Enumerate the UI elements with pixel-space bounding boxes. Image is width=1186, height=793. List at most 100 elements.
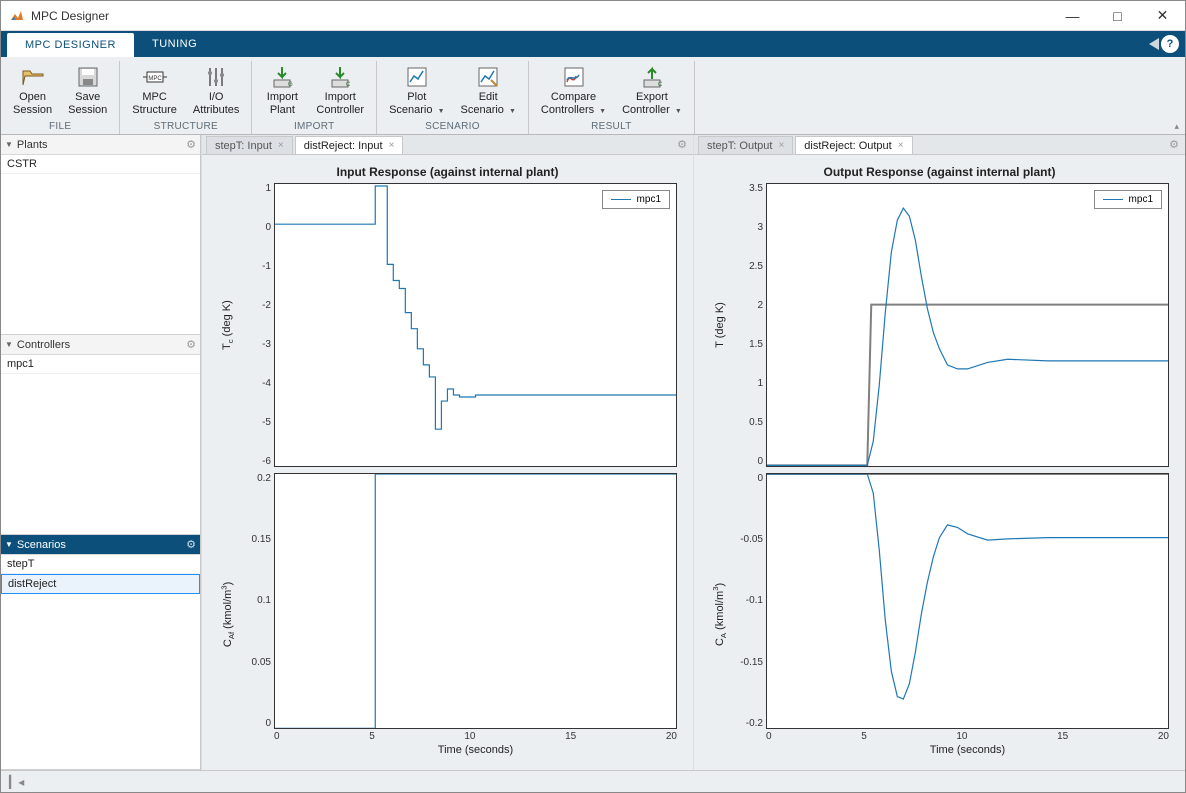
side-panel: ▼ Plants ⚙ CSTR ▼ Controllers ⚙ mpc1 ▼ S… [1,135,201,770]
y-ticks: 10-1-2-3-4-5-6 [238,183,274,466]
y-axis-label: T (deg K) [714,302,726,348]
dropdown-icon: ▼ [675,108,682,115]
group-import: G Import Plant C Import Controller IMPOR… [252,61,377,134]
collapse-icon: ▼ [5,340,13,349]
dropdown-icon: ▼ [599,108,606,115]
close-icon[interactable]: × [389,140,395,151]
import-plant-button[interactable]: G Import Plant [258,63,306,118]
export-controller-button[interactable]: C Export Controller ▼ [616,63,688,118]
axes[interactable] [766,473,1169,729]
y-axis-label: CA (kmol/m3) [712,583,729,646]
doc-tabs-output: stepT: Output× distReject: Output× ⚙ [694,135,1185,155]
collapse-icon: ▼ [5,540,13,549]
chart-title: Output Response (against internal plant) [710,165,1169,179]
svg-text:C: C [658,82,663,88]
list-item[interactable]: distReject [1,574,200,594]
gear-icon[interactable]: ⚙ [1169,138,1179,151]
collapse-toolstrip-icon[interactable]: ▴ [1174,121,1179,132]
subplot: CAf (kmol/m3)0.20.150.10.05005101520Time… [218,473,677,756]
subplot: CA (kmol/m3)0-0.05-0.1-0.15-0.205101520T… [710,473,1169,756]
gear-icon[interactable]: ⚙ [186,138,196,151]
panel-header-scenarios[interactable]: ▼ Scenarios ⚙ [1,535,200,555]
gear-icon[interactable]: ⚙ [186,538,196,551]
edit-plot-icon [476,65,500,89]
panel-header-plants[interactable]: ▼ Plants ⚙ [1,135,200,155]
toolstrip: Open Session Save Session FILE MPC MPC S… [1,57,1185,135]
doc-tabs-input: stepT: Input× distReject: Input× ⚙ [202,135,693,155]
window-controls: — □ ✕ [1050,1,1185,30]
main-area: ▼ Plants ⚙ CSTR ▼ Controllers ⚙ mpc1 ▼ S… [1,135,1185,770]
legend[interactable]: mpc1 [602,190,670,209]
folder-open-icon [21,65,45,89]
maximize-button[interactable]: □ [1095,1,1140,30]
compare-controllers-button[interactable]: Compare Controllers ▼ [535,63,612,118]
minimize-button[interactable]: — [1050,1,1095,30]
save-session-button[interactable]: Save Session [62,63,113,118]
panel-body-plants: CSTR [1,155,200,334]
close-button[interactable]: ✕ [1140,1,1185,30]
doc-tab[interactable]: stepT: Input× [206,136,293,154]
gear-icon[interactable]: ⚙ [677,138,687,151]
panel-plants: ▼ Plants ⚙ CSTR [1,135,200,335]
x-axis-label: Time (seconds) [238,742,677,756]
doc-tab[interactable]: distReject: Input× [295,136,404,154]
edit-scenario-button[interactable]: Edit Scenario ▼ [455,63,522,118]
list-item[interactable]: stepT [1,555,200,574]
mpc-structure-button[interactable]: MPC MPC Structure [126,63,183,118]
doc-tab[interactable]: stepT: Output× [698,136,793,154]
dropdown-icon: ▼ [438,108,445,115]
axes[interactable]: mpc1 [274,183,677,466]
tab-tuning[interactable]: TUNING [134,31,215,57]
open-session-button[interactable]: Open Session [7,63,58,118]
panel-body-scenarios: stepT distReject [1,555,200,769]
list-item[interactable]: mpc1 [1,355,200,374]
close-icon[interactable]: × [278,140,284,151]
group-scenario: Plot Scenario ▼ Edit Scenario ▼ SCENARIO [377,61,529,134]
panel-header-controllers[interactable]: ▼ Controllers ⚙ [1,335,200,355]
compare-icon [562,65,586,89]
mpc-block-icon: MPC [143,65,167,89]
tab-mpc-designer[interactable]: MPC DESIGNER [7,33,134,57]
plot-scenario-button[interactable]: Plot Scenario ▼ [383,63,450,118]
chart-pane-input: stepT: Input× distReject: Input× ⚙ Input… [201,135,693,770]
charts-area: stepT: Input× distReject: Input× ⚙ Input… [201,135,1185,770]
app-tabstrip: MPC DESIGNER TUNING ? [1,31,1185,57]
gear-icon[interactable]: ⚙ [186,338,196,351]
import-controller-button[interactable]: C Import Controller [310,63,370,118]
panel-title: Scenarios [17,539,66,551]
panel-controllers: ▼ Controllers ⚙ mpc1 [1,335,200,535]
close-icon[interactable]: × [898,140,904,151]
panel-scenarios: ▼ Scenarios ⚙ stepT distReject [1,535,200,770]
svg-text:C: C [346,82,351,88]
back-arrow-icon[interactable]: ▎◂ [9,775,24,789]
axes[interactable] [274,473,677,729]
close-icon[interactable]: × [778,140,784,151]
y-ticks: 0-0.05-0.1-0.15-0.2 [730,473,766,729]
x-ticks: 05101520 [730,729,1169,742]
import-controller-icon: C [328,65,352,89]
doc-tab[interactable]: distReject: Output× [795,136,912,154]
panel-title: Plants [17,139,48,151]
chart-pane-output: stepT: Output× distReject: Output× ⚙ Out… [693,135,1185,770]
svg-text:MPC: MPC [148,76,162,82]
group-result: Compare Controllers ▼ C Export Controlle… [529,61,695,134]
x-axis-label: Time (seconds) [730,742,1169,756]
y-axis-label: Tc (deg K) [221,300,235,350]
chart-title: Input Response (against internal plant) [218,165,677,179]
y-axis-label: CAf (kmol/m3) [220,582,237,647]
y-ticks: 3.532.521.510.50 [730,183,766,466]
floppy-save-icon [76,65,100,89]
export-icon: C [640,65,664,89]
io-attributes-button[interactable]: I/O Attributes [187,63,245,118]
collapse-icon: ▼ [5,140,13,149]
plot-icon [405,65,429,89]
help-button[interactable]: ? [1161,35,1179,53]
legend[interactable]: mpc1 [1094,190,1162,209]
import-plant-icon: G [270,65,294,89]
svg-text:G: G [288,82,293,88]
plot-area-input: Input Response (against internal plant) T… [202,155,693,770]
axes[interactable]: mpc1 [766,183,1169,466]
io-sliders-icon [204,65,228,89]
list-item[interactable]: CSTR [1,155,200,174]
panel-title: Controllers [17,339,70,351]
